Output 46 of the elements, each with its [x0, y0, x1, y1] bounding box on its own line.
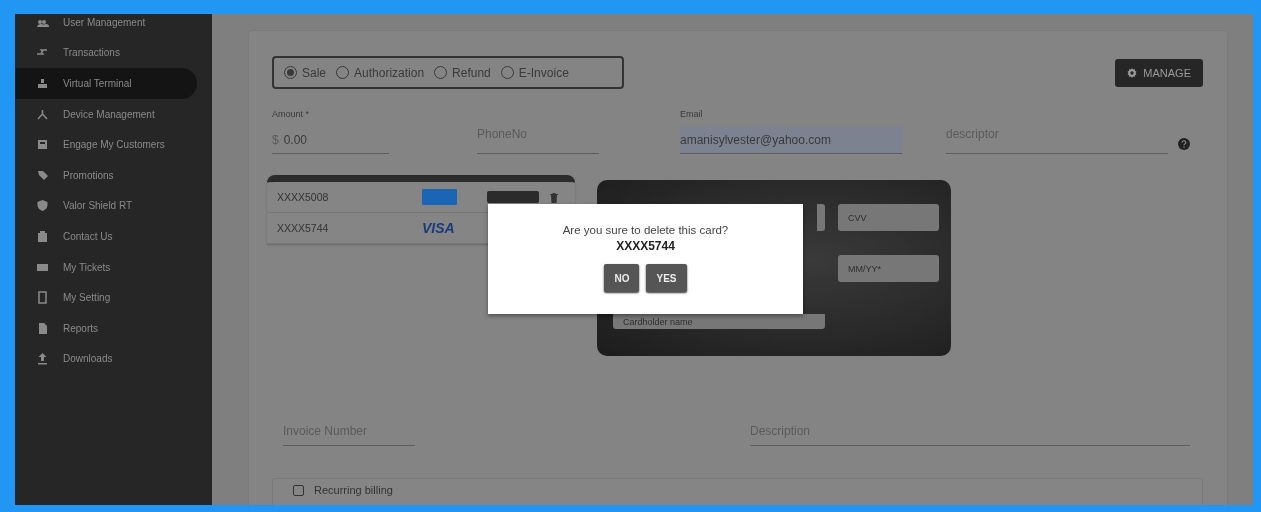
sidebar-item[interactable]: Virtual Terminal	[15, 68, 197, 99]
card-number: XXXX5744	[277, 222, 330, 234]
card-brand-logo: VISA	[422, 220, 456, 236]
sidebar-item[interactable]: Reports	[15, 312, 197, 344]
trash-icon[interactable]	[549, 191, 559, 203]
menu-item-icon	[36, 321, 49, 335]
card-number: XXXX5744	[616, 239, 675, 253]
dialog-message: Are you sure to delete this card?	[562, 224, 729, 236]
input-field[interactable]: $ 0.00	[272, 127, 389, 154]
manage-button[interactable]: MANAGE	[1115, 59, 1203, 87]
sidebar-item[interactable]: My Tickets	[15, 251, 197, 283]
menu-item-icon	[36, 107, 49, 121]
sidebar-item[interactable]: Valor Shield RT	[15, 190, 197, 222]
menu-item-icon	[36, 168, 49, 182]
card-brand-logo	[422, 189, 457, 205]
no-button[interactable]: NO	[604, 264, 640, 292]
input-field[interactable]: Cardholder name	[613, 314, 825, 329]
input-field[interactable]: amanisylvester@yahoo.com	[680, 127, 902, 154]
radio-option[interactable]: Authorization	[336, 65, 425, 80]
sidebar-item[interactable]: User Management	[15, 14, 197, 38]
menu-item-icon	[36, 352, 49, 366]
help-icon[interactable]	[1178, 138, 1190, 150]
sidebar-item[interactable]: Downloads	[15, 343, 197, 375]
sidebar-item[interactable]: Engage My Customers	[15, 129, 197, 160]
radio-option[interactable]: Sale	[284, 65, 327, 80]
sidebar-item[interactable]: Contact Us	[15, 221, 197, 252]
yes-button[interactable]: YES	[646, 264, 687, 292]
sidebar-item[interactable]: Promotions	[15, 159, 197, 191]
radio-option[interactable]: E-Invoice	[500, 65, 569, 80]
checkbox[interactable]	[293, 485, 304, 496]
menu-item-icon	[36, 291, 49, 305]
field-label: Email	[680, 109, 703, 119]
menu-item-icon	[36, 138, 49, 152]
card-number: XXXX5008	[277, 191, 330, 203]
menu-item-icon	[36, 77, 49, 90]
sidebar-item[interactable]: Device Management	[15, 98, 197, 130]
checkbox-label: Recurring billing	[314, 485, 393, 496]
menu-item-icon	[36, 229, 49, 243]
menu-item-icon	[36, 199, 49, 213]
gear-icon	[1127, 68, 1138, 78]
field-label: Amount *	[272, 109, 310, 119]
input-field[interactable]: CVV	[838, 204, 939, 231]
sidebar-item[interactable]: Transactions	[15, 37, 197, 69]
input-field[interactable]: MM/YY*	[838, 255, 939, 282]
sidebar-item[interactable]: My Setting	[15, 282, 197, 313]
radio-option[interactable]: Refund	[434, 65, 491, 80]
